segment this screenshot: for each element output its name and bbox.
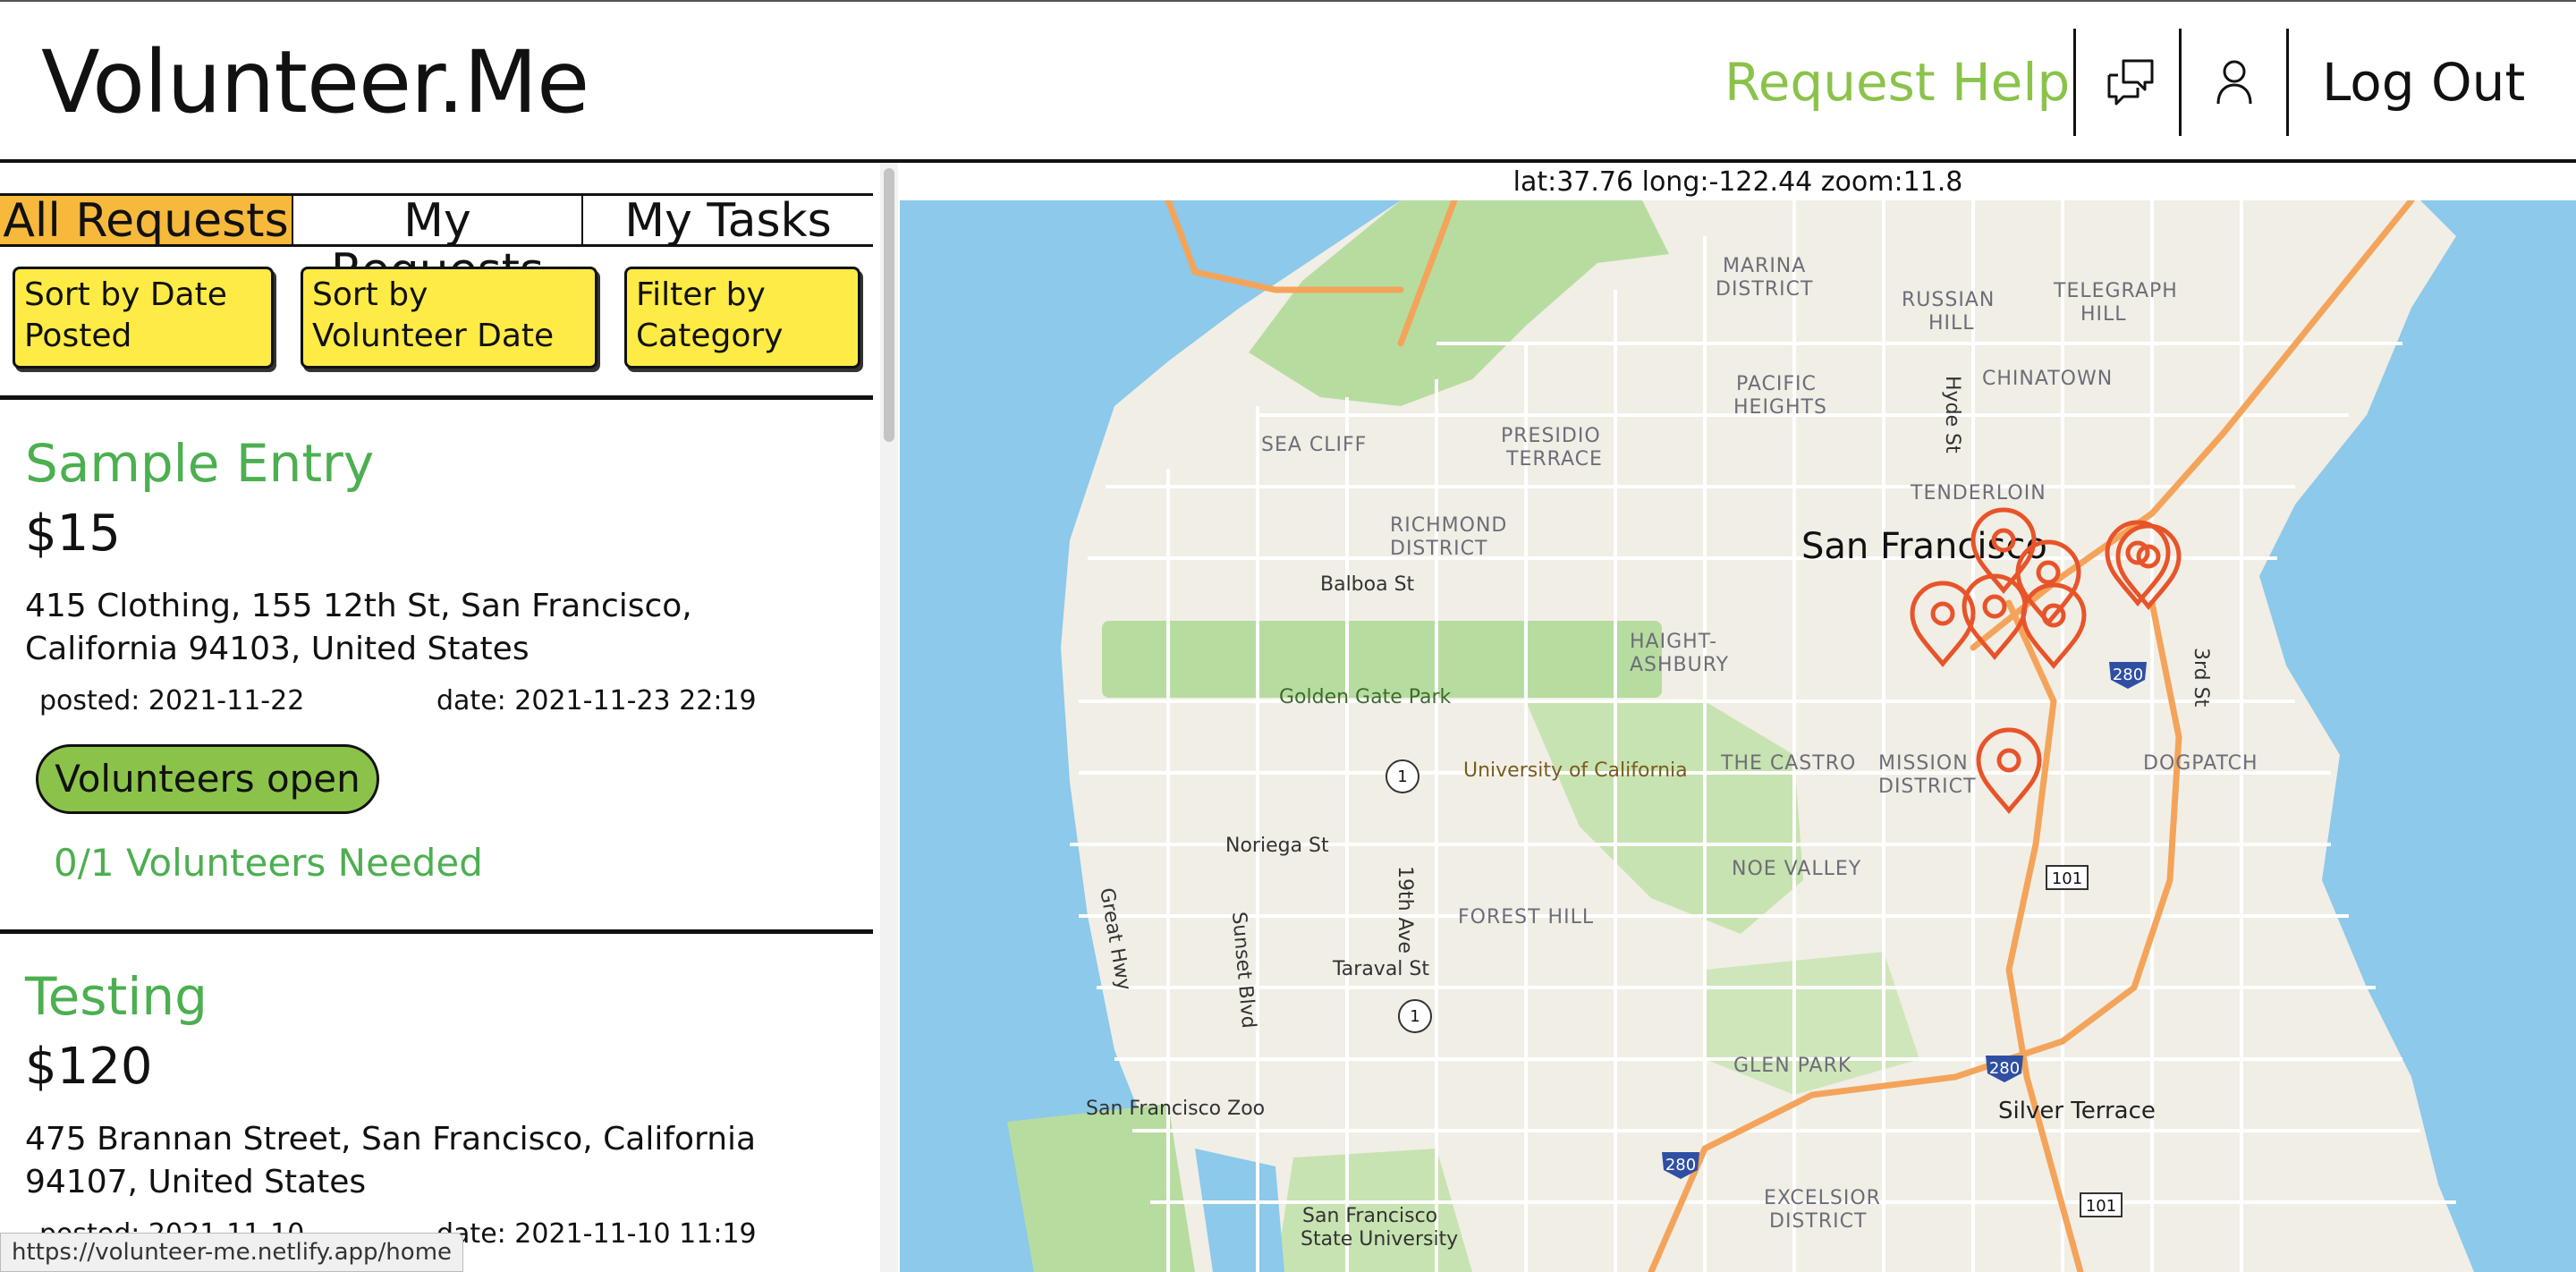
tab-my-tasks[interactable]: My Tasks bbox=[581, 196, 873, 246]
brand-logo[interactable]: Volunteer.Me bbox=[41, 32, 589, 132]
status-badge[interactable]: Volunteers open bbox=[36, 744, 379, 814]
street-label: 19th Ave bbox=[1394, 866, 1416, 954]
nav-divider bbox=[2286, 29, 2289, 136]
nav-divider bbox=[2179, 29, 2182, 136]
poi-label: San Francisco bbox=[1302, 1205, 1437, 1227]
street-label: Noriega St bbox=[1225, 835, 1329, 857]
entry-address: 415 Clothing, 155 12th St, San Francisco… bbox=[25, 588, 692, 667]
divider bbox=[0, 395, 873, 400]
tab-all-requests[interactable]: All Requests bbox=[0, 196, 292, 246]
map-label: MISSION bbox=[1878, 752, 1969, 775]
map-label: DISTRICT bbox=[1390, 538, 1487, 560]
sort-by-date-posted-button[interactable]: Sort by Date Posted bbox=[13, 267, 274, 369]
app-header: Volunteer.Me Request Help Log Out bbox=[0, 0, 2576, 163]
entry-volunteer-date: date: 2021-11-10 11:19 bbox=[436, 1218, 757, 1250]
route-shield-label: 101 bbox=[2052, 869, 2082, 888]
entry-posted-date: posted: 2021-11-22 bbox=[39, 685, 305, 717]
map-label: HEIGHTS bbox=[1733, 396, 1827, 419]
map-label: TELEGRAPH bbox=[2053, 280, 2178, 302]
sort-by-volunteer-date-button[interactable]: Sort by Volunteer Date bbox=[301, 267, 597, 369]
chat-icon[interactable] bbox=[2104, 55, 2157, 109]
street-label: 3rd St bbox=[2190, 648, 2212, 708]
map-label: ASHBURY bbox=[1630, 654, 1729, 676]
park-label: Golden Gate Park bbox=[1279, 686, 1452, 708]
map-label: PRESIDIO bbox=[1501, 425, 1601, 447]
route-shield-label: 280 bbox=[2113, 666, 2143, 684]
map-label: PACIFIC bbox=[1736, 373, 1817, 395]
entry-title[interactable]: Testing bbox=[25, 966, 208, 1027]
user-icon[interactable] bbox=[2207, 55, 2261, 109]
street-label: Taraval St bbox=[1332, 958, 1429, 980]
scrollbar-thumb[interactable] bbox=[884, 168, 894, 442]
place-label: Silver Terrace bbox=[1998, 1098, 2156, 1124]
volunteers-needed: 0/1 Volunteers Needed bbox=[54, 841, 483, 885]
street-label: Hyde St bbox=[1941, 376, 1963, 454]
map-label: FOREST HILL bbox=[1458, 906, 1594, 929]
route-shield-label: 280 bbox=[1665, 1156, 1696, 1174]
map-label: HAIGHT- bbox=[1630, 631, 1717, 653]
request-help-link[interactable]: Request Help bbox=[1724, 52, 2070, 113]
map-view[interactable]: MARINA DISTRICT RUSSIAN HILL TELEGRAPH H… bbox=[900, 200, 2576, 1272]
map-label: NOE VALLEY bbox=[1732, 858, 1861, 880]
filter-by-category-button[interactable]: Filter by Category bbox=[624, 267, 860, 369]
map-label: TERRACE bbox=[1505, 448, 1603, 471]
entry-volunteer-date: date: 2021-11-23 22:19 bbox=[436, 685, 757, 717]
request-tabs: All Requests My Requests My Tasks bbox=[0, 193, 873, 296]
map-label: DOGPATCH bbox=[2143, 752, 2258, 775]
map-label: HILL bbox=[2080, 303, 2127, 326]
route-shield-label: 1 bbox=[1410, 1007, 1419, 1026]
map-label: TENDERLOIN bbox=[1910, 482, 2046, 505]
map-label: THE CASTRO bbox=[1720, 752, 1856, 775]
map-label: DISTRICT bbox=[1716, 278, 1813, 301]
entry-address: 475 Brannan Street, San Francisco, Calif… bbox=[25, 1121, 757, 1200]
link-status-bar: https://volunteer-me.netlify.app/home bbox=[0, 1233, 464, 1272]
poi-label: State University bbox=[1301, 1228, 1458, 1251]
street-label: Balboa St bbox=[1320, 573, 1415, 596]
map-label: CHINATOWN bbox=[1982, 368, 2113, 390]
map-label: GLEN PARK bbox=[1733, 1055, 1852, 1077]
map-label: DISTRICT bbox=[1878, 776, 1976, 798]
map-label: RICHMOND bbox=[1390, 514, 1507, 537]
map-label: MARINA bbox=[1723, 255, 1806, 277]
map-label: HILL bbox=[1928, 312, 1975, 335]
entry-title[interactable]: Sample Entry bbox=[25, 433, 374, 494]
map-label: RUSSIAN bbox=[1902, 289, 1995, 311]
route-shield-label: 101 bbox=[2086, 1197, 2116, 1216]
poi-label: San Francisco Zoo bbox=[1086, 1098, 1265, 1120]
route-shield-label: 1 bbox=[1397, 767, 1407, 786]
nav-divider bbox=[2073, 29, 2076, 136]
map-label: SEA CLIFF bbox=[1261, 434, 1367, 456]
entry-price: $120 bbox=[25, 1038, 153, 1096]
entry-price: $15 bbox=[25, 505, 121, 563]
map-coordinates: lat:37.76 long:-122.44 zoom:11.8 bbox=[900, 163, 2576, 200]
poi-label: University of California bbox=[1463, 759, 1688, 782]
logout-button[interactable]: Log Out bbox=[2322, 52, 2525, 113]
requests-panel: All Requests My Requests My Tasks Sort b… bbox=[0, 163, 875, 1272]
map-label: DISTRICT bbox=[1769, 1210, 1867, 1233]
panel-scrollbar[interactable] bbox=[880, 163, 898, 1272]
tab-my-requests[interactable]: My Requests bbox=[292, 196, 581, 296]
map-label: EXCELSIOR bbox=[1764, 1187, 1881, 1209]
sort-controls: Sort by Date Posted Sort by Volunteer Da… bbox=[0, 258, 873, 379]
divider bbox=[0, 929, 873, 934]
route-shield-label: 280 bbox=[1989, 1059, 2020, 1078]
